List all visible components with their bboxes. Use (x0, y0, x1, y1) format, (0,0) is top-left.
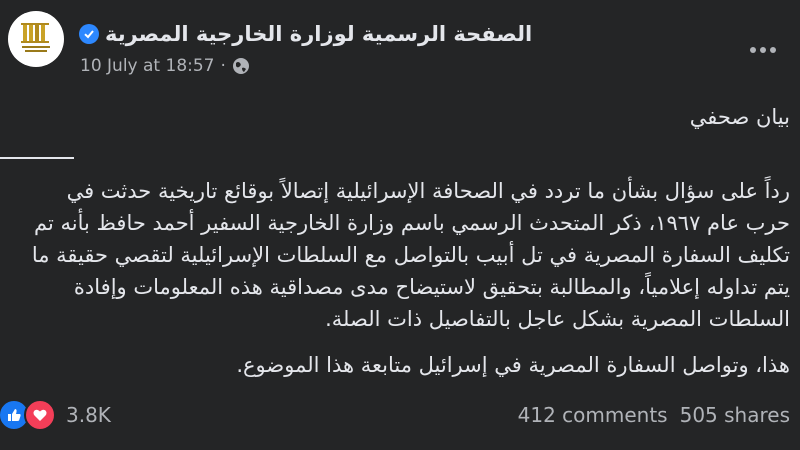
ministry-logo-icon (10, 13, 62, 65)
page-name-row: الصفحة الرسمية لوزارة الخارجية المصرية (79, 19, 532, 49)
page-name[interactable]: الصفحة الرسمية لوزارة الخارجية المصرية (105, 22, 532, 46)
more-options-icon (750, 47, 756, 53)
comments-count[interactable]: 412 comments (518, 403, 668, 427)
meta-separator: · (220, 56, 226, 76)
more-options-button[interactable] (745, 38, 781, 62)
post-line-6: هذا، وتواصل السفارة المصرية في إسرائيل م… (236, 353, 790, 377)
post-line-3: تكليف السفارة المصرية في تل أبيب بالتواص… (31, 243, 790, 267)
verified-badge-icon (79, 24, 99, 44)
post-line-4: يتم تداوله إعلامياً، والمطالبة بتحقيق لا… (73, 275, 790, 299)
post-line-2: حرب عام ١٩٦٧، ذكر المتحدث الرسمي باسم وز… (33, 211, 790, 235)
post-timestamp[interactable]: 10 July at 18:57 (80, 56, 215, 76)
page-avatar[interactable] (8, 11, 64, 67)
globe-icon[interactable] (232, 57, 250, 75)
engagement-stats: 412 comments 505 shares (518, 403, 790, 427)
post-meta: 10 July at 18:57 · (80, 56, 250, 76)
love-reaction-icon (24, 399, 56, 431)
reactions-summary[interactable]: 3.8K (0, 399, 111, 431)
post-line-5: السلطات المصرية بشكل عاجل بالتفاصيل ذات … (325, 307, 790, 331)
shares-count[interactable]: 505 shares (680, 403, 790, 427)
post-heading: بيان صحفي (689, 105, 790, 129)
divider-line (0, 157, 74, 159)
reaction-count[interactable]: 3.8K (66, 403, 111, 427)
post-line-1: رداً على سؤال بشأن ما تردد في الصحافة ال… (66, 179, 790, 203)
